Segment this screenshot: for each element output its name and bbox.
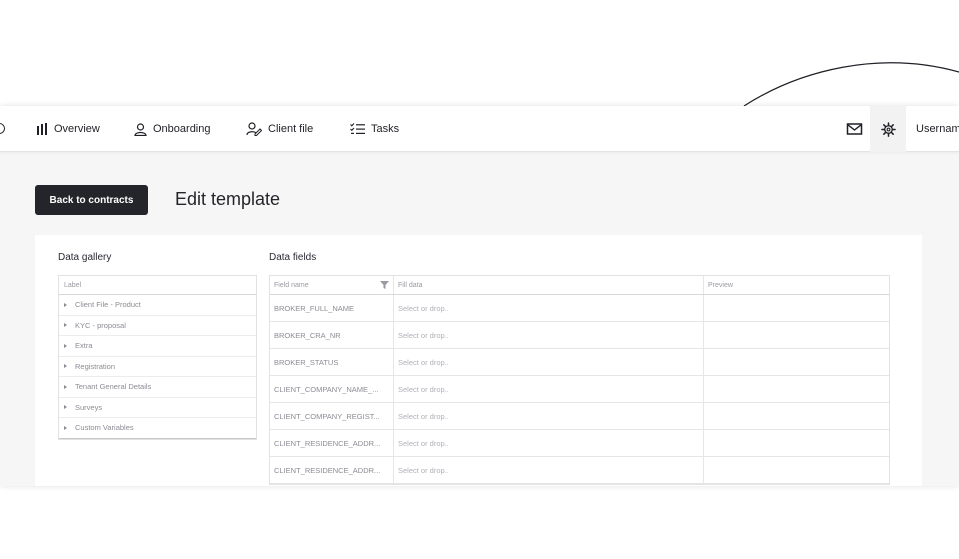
table-row: BROKER_STATUS Select or drop.. <box>270 349 889 376</box>
fill-data-dropzone[interactable]: Select or drop.. <box>394 295 704 321</box>
app-window: Overview Onboarding Client file Tasks Us… <box>0 106 959 486</box>
fill-data-dropzone[interactable]: Select or drop.. <box>394 403 704 429</box>
column-header-label: Field name <box>274 281 309 289</box>
table-row: BROKER_CRA_NR Select or drop.. <box>270 322 889 349</box>
table-row: BROKER_FULL_NAME Select or drop.. <box>270 295 889 322</box>
back-to-contracts-button[interactable]: Back to contracts <box>35 185 148 215</box>
data-gallery-list: Label Client File - Product KYC - propos… <box>58 275 257 440</box>
gallery-item-label: Tenant General Details <box>75 382 152 392</box>
data-fields-title: Data fields <box>269 252 317 263</box>
preview-cell <box>704 295 889 321</box>
nav-tasks[interactable]: Tasks <box>350 106 399 152</box>
caret-right-icon <box>64 384 67 389</box>
field-name-cell: CLIENT_COMPANY_NAME_... <box>270 376 394 402</box>
gallery-item-label: Registration <box>75 361 116 371</box>
field-name-cell: CLIENT_COMPANY_REGIST... <box>270 403 394 429</box>
nav-overview[interactable]: Overview <box>36 106 100 152</box>
gallery-item-label: Client File - Product <box>75 300 141 310</box>
preview-cell <box>704 457 889 483</box>
gallery-item-label: Extra <box>75 341 93 351</box>
data-gallery-title: Data gallery <box>58 252 112 263</box>
caret-right-icon <box>64 323 67 328</box>
nav-client-file[interactable]: Client file <box>246 106 313 152</box>
field-name-cell: BROKER_FULL_NAME <box>270 295 394 321</box>
table-row: CLIENT_RESIDENCE_ADDR... Select or drop.… <box>270 430 889 457</box>
nav-client-file-label: Client file <box>268 123 314 135</box>
mail-icon[interactable] <box>846 122 864 136</box>
column-header-preview: Preview <box>708 281 733 289</box>
column-header-fill-data: Fill data <box>394 276 704 294</box>
settings-button[interactable] <box>870 106 906 152</box>
table-row: CLIENT_COMPANY_REGIST... Select or drop.… <box>270 403 889 430</box>
table-header-row: Field name Fill data Preview <box>270 276 889 295</box>
bar-chart-icon <box>37 123 47 135</box>
gallery-item[interactable]: Extra <box>59 336 256 357</box>
gallery-item-label: Custom Variables <box>75 423 134 433</box>
preview-cell <box>704 403 889 429</box>
data-fields-table: Field name Fill data Preview BROKER_FULL… <box>269 275 890 485</box>
fill-data-dropzone[interactable]: Select or drop.. <box>394 457 704 483</box>
user-edit-icon <box>246 122 262 136</box>
caret-right-icon <box>64 302 67 307</box>
gallery-item[interactable]: Surveys <box>59 398 256 418</box>
page-title: Edit template <box>175 189 281 209</box>
preview-cell <box>704 430 889 456</box>
gallery-item-label: Surveys <box>75 402 103 412</box>
filter-icon[interactable] <box>380 281 389 289</box>
gallery-header-label: Label <box>59 276 256 295</box>
user-icon <box>134 122 147 136</box>
preview-cell <box>704 376 889 402</box>
nav-overview-label: Overview <box>54 123 100 135</box>
caret-right-icon <box>64 364 67 369</box>
template-editor-card: Data gallery Label Client File - Product… <box>35 235 922 486</box>
preview-cell <box>704 349 889 375</box>
caret-right-icon <box>64 425 67 430</box>
nav-tasks-label: Tasks <box>371 123 400 135</box>
fill-data-dropzone[interactable]: Select or drop.. <box>394 349 704 375</box>
preview-cell <box>704 322 889 348</box>
column-header-field-name[interactable]: Field name <box>270 276 394 294</box>
fill-data-dropzone[interactable]: Select or drop.. <box>394 430 704 456</box>
fill-data-dropzone[interactable]: Select or drop.. <box>394 322 704 348</box>
field-name-cell: BROKER_STATUS <box>270 349 394 375</box>
field-name-cell: CLIENT_RESIDENCE_ADDR... <box>270 430 394 456</box>
nav-onboarding[interactable]: Onboarding <box>134 106 211 152</box>
field-name-cell: BROKER_CRA_NR <box>270 322 394 348</box>
table-row: CLIENT_RESIDENCE_ADDR... Select or drop.… <box>270 457 889 484</box>
caret-right-icon <box>64 405 67 410</box>
table-row: CLIENT_COMPANY_NAME_... Select or drop.. <box>270 376 889 403</box>
fill-data-dropzone[interactable]: Select or drop.. <box>394 376 704 402</box>
gallery-item-label: KYC - proposal <box>75 320 126 330</box>
gallery-item[interactable]: Client File - Product <box>59 295 256 316</box>
gallery-item[interactable]: Registration <box>59 357 256 377</box>
gallery-item[interactable]: Custom Variables <box>59 418 256 439</box>
gallery-item[interactable]: Tenant General Details <box>59 377 256 398</box>
gear-icon <box>880 121 896 137</box>
username-menu[interactable]: Usernam <box>916 106 959 152</box>
top-navigation: Overview Onboarding Client file Tasks Us… <box>0 106 959 152</box>
field-name-cell: CLIENT_RESIDENCE_ADDR... <box>270 457 394 483</box>
nav-onboarding-label: Onboarding <box>153 123 211 135</box>
gallery-item[interactable]: KYC - proposal <box>59 316 256 336</box>
checklist-icon <box>350 123 365 134</box>
caret-right-icon <box>64 343 67 348</box>
home-icon[interactable] <box>0 123 5 134</box>
